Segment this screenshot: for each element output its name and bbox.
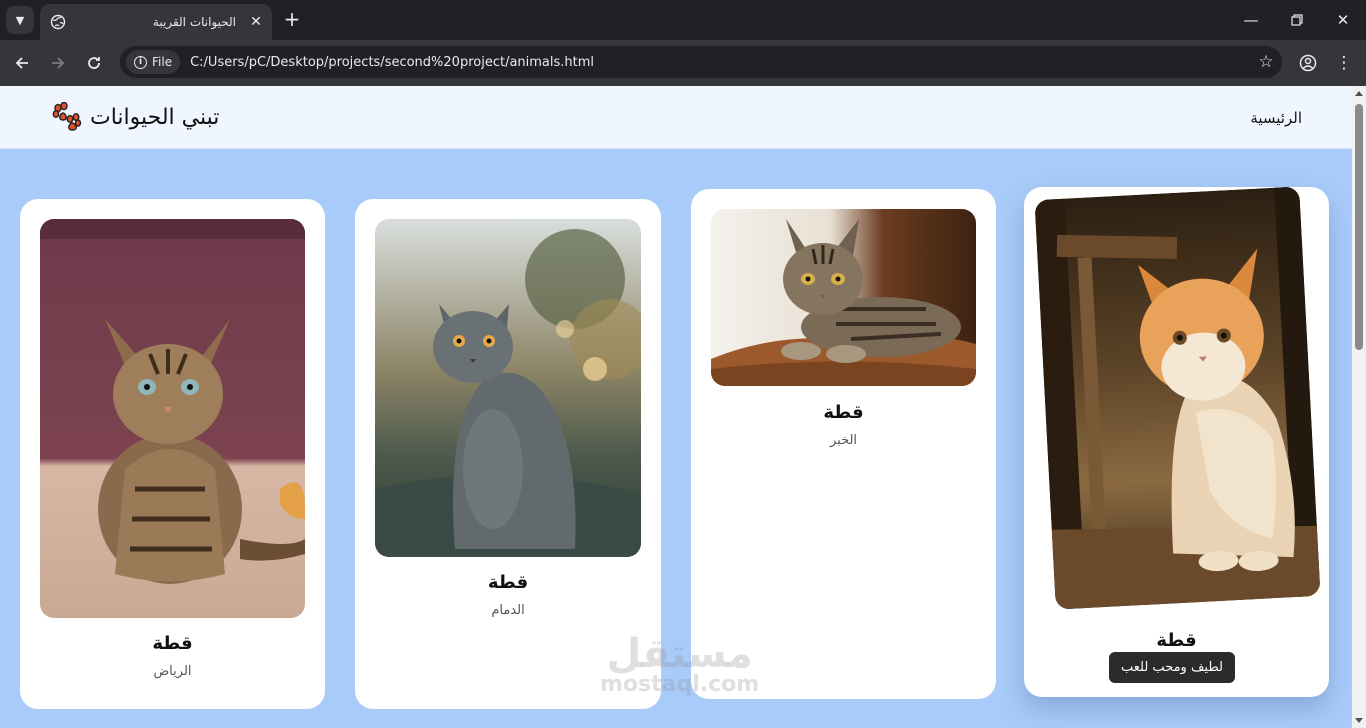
kebab-menu-icon: ⋮: [1335, 53, 1353, 73]
close-tab-icon[interactable]: ✕: [248, 14, 264, 30]
new-tab-button[interactable]: +: [280, 8, 304, 32]
tab-title: الحيوانات القريبة: [152, 15, 236, 29]
animal-card[interactable]: قطة الخبر: [691, 189, 996, 699]
paw-icon: [52, 102, 82, 131]
scroll-up-arrow-icon[interactable]: [1355, 91, 1363, 96]
reload-button[interactable]: [80, 49, 108, 77]
card-title: قطة: [823, 402, 864, 423]
animal-card[interactable]: قطة الرياض: [20, 199, 325, 709]
card-title: قطة: [487, 572, 529, 593]
card-title: قطة: [152, 633, 193, 654]
site-info-chip[interactable]: i File: [126, 50, 181, 74]
arrow-left-icon: [15, 57, 28, 69]
restore-button[interactable]: [1274, 0, 1320, 40]
orange-fluffy-cat-image: [1034, 186, 1321, 610]
card-title: قطة: [1156, 630, 1197, 651]
browser-tab[interactable]: الحيوانات القريبة ✕: [40, 4, 272, 40]
forward-button[interactable]: [44, 49, 72, 77]
profile-button[interactable]: [1294, 49, 1322, 77]
cat-photo: [711, 209, 976, 386]
tab-search-button[interactable]: ▼: [6, 6, 34, 34]
page-scrollbar[interactable]: [1352, 86, 1366, 728]
card-city: الدمام: [491, 603, 525, 618]
cat-photo: [40, 219, 305, 618]
globe-icon: [50, 14, 66, 30]
card-tooltip: لطيف ومحب للعب: [1109, 652, 1235, 683]
cat-photo: [1034, 186, 1321, 610]
brand-title: تبني الحيوانات: [90, 104, 220, 130]
cat-photo: [375, 219, 641, 557]
scroll-thumb[interactable]: [1355, 104, 1363, 350]
back-button[interactable]: [8, 49, 36, 77]
site-header: الرئيسية تبني الحيوانات: [0, 86, 1352, 149]
nav-home-link[interactable]: الرئيسية: [1250, 109, 1302, 127]
animal-card[interactable]: قطة الدمام: [355, 199, 661, 709]
minimize-button[interactable]: —: [1228, 0, 1274, 40]
card-city: الخبر: [829, 433, 858, 448]
animal-card-hovered[interactable]: قطة لطيف ومحب للعب: [1024, 186, 1329, 697]
address-bar[interactable]: i File C:/Users/pC/Desktop/projects/seco…: [120, 46, 1282, 78]
grey-cat-image: [375, 219, 641, 557]
scroll-down-arrow-icon[interactable]: [1355, 718, 1363, 723]
tabby-kitten-image: [40, 219, 305, 618]
menu-button[interactable]: ⋮: [1330, 49, 1358, 77]
card-city: الرياض: [153, 664, 192, 679]
brand[interactable]: تبني الحيوانات: [52, 102, 219, 132]
page-viewport: الرئيسية تبني الحيوانات قطة الرياض قطة ا…: [0, 86, 1352, 728]
tab-strip: ▼ الحيوانات القريبة ✕ + — ✕: [0, 0, 1366, 40]
url-text[interactable]: C:/Users/pC/Desktop/projects/second%20pr…: [190, 55, 1250, 70]
chevron-down-icon: ▼: [15, 13, 25, 27]
profile-icon: [1299, 54, 1317, 72]
file-label: File: [152, 55, 173, 69]
browser-toolbar: i File C:/Users/pC/Desktop/projects/seco…: [0, 40, 1366, 86]
close-window-button[interactable]: ✕: [1320, 0, 1366, 40]
arrow-right-icon: [52, 57, 65, 69]
reload-icon: [88, 57, 100, 69]
tabby-cat-lying-image: [711, 209, 976, 386]
info-icon: i: [134, 55, 147, 69]
restore-icon: [1291, 14, 1303, 26]
bookmark-star-icon[interactable]: ☆: [1250, 52, 1282, 72]
